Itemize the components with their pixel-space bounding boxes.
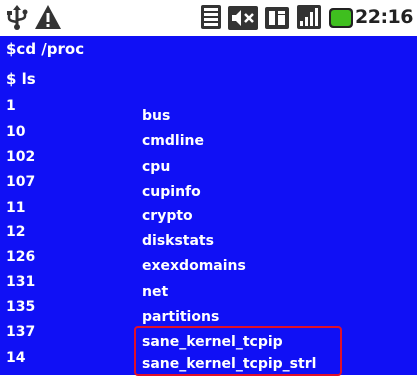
list-item: 137 (6, 324, 36, 340)
clock: 22:16 (355, 6, 413, 28)
list-item: 12 (6, 224, 26, 240)
list-item: bus (142, 108, 171, 124)
list-item: 131 (6, 274, 36, 290)
command-line: $cd /proc (6, 40, 85, 58)
list-item: 102 (6, 149, 36, 165)
list-item: 107 (6, 174, 36, 190)
list-item: cupinfo (142, 184, 201, 200)
list-item: partitions (142, 309, 220, 325)
list-item: exexdomains (142, 258, 246, 274)
list-item: 135 (6, 299, 36, 315)
warning-icon (35, 5, 61, 29)
list-item: 1 (6, 98, 16, 114)
signal-strength-icon (201, 5, 221, 29)
list-item: diskstats (142, 233, 214, 249)
list-item: 11 (6, 200, 26, 216)
battery-icon (329, 8, 353, 28)
status-bar: 22:16 (0, 0, 417, 36)
highlight-box (134, 326, 342, 376)
list-item: 126 (6, 249, 36, 265)
list-item: 10 (6, 124, 26, 140)
command-line: $ ls (6, 70, 36, 88)
list-item: 14 (6, 350, 26, 366)
list-item: cmdline (142, 133, 204, 149)
list-item: cpu (142, 159, 171, 175)
list-item: net (142, 284, 169, 300)
sound-muted-icon (228, 6, 258, 30)
network-signal-icon (297, 5, 321, 29)
sd-card-icon (265, 7, 289, 29)
list-item: crypto (142, 208, 193, 224)
usb-icon (7, 5, 28, 30)
